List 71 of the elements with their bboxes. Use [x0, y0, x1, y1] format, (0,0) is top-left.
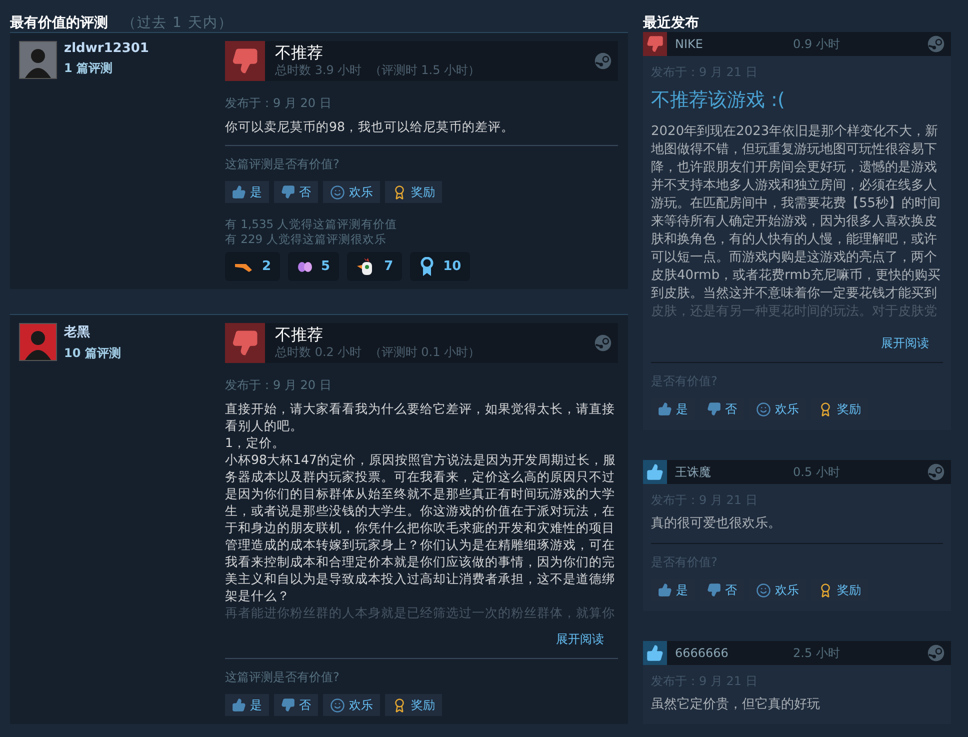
section-title: 最有价值的评测	[10, 14, 108, 32]
read-more-link[interactable]: 展开阅读	[881, 335, 929, 352]
author-name[interactable]: zldwr12301	[64, 41, 149, 56]
steam-icon	[927, 644, 945, 662]
review-text: 虽然它定价贵，但它真的好玩	[651, 696, 821, 714]
yes-vote-button[interactable]: 是	[225, 694, 269, 716]
award-count[interactable]: 10	[410, 252, 470, 281]
playtime-text: 0.9 小时	[793, 36, 841, 52]
author-name[interactable]: NIKE	[667, 37, 793, 51]
award-count[interactable]: 7	[347, 252, 402, 281]
thumbs-up-icon	[658, 402, 672, 416]
review-text: 2020年到现在2023年依旧是那个样变化不大，新地图做得不错，但玩重复游玩地图可玩性很容易下降，也许跟朋友们开房间会更好玩，遗憾的是游戏并不支持本地多人游戏和独立房间，必须在线多人游玩。在匹配房间中，我需要花费【55秒】的时间来等待所有人确定开始游戏，因为很多人喜欢换皮肤和换角色，有的人快有的人慢，能理解吧，或许可以短一点。而游戏内购是这游戏的亮点了，两个皮肤40rmb，或者花费rmb充尼嘛币，更快的购买到皮肤。当然这并不意味着你一定要花钱才能买到	[651, 123, 942, 303]
thumbs-up-icon	[232, 698, 246, 712]
playtime-text: 总时数 0.2 小时 （评测时 0.1 小时）	[275, 344, 482, 361]
wings-icon	[297, 260, 314, 272]
award-icon	[392, 184, 407, 200]
award-count[interactable]: 5	[288, 252, 340, 281]
verdict-title: 不推荐	[275, 325, 324, 344]
review-text: 你可以卖尼莫币的98，我也可以给尼莫币的差评。	[225, 118, 516, 135]
review-count[interactable]: 1 篇评测	[64, 60, 149, 77]
smiley-icon	[330, 698, 345, 712]
smiley-icon	[330, 184, 345, 200]
award-vote-button[interactable]: 奖励	[385, 694, 442, 716]
review-headline: 不推荐该游戏 :(	[651, 88, 786, 113]
thumbs-down-icon	[281, 185, 295, 199]
funny-vote-button[interactable]: 欢乐	[323, 181, 380, 203]
avatar[interactable]	[19, 41, 57, 79]
no-vote-button[interactable]: 否	[274, 694, 318, 716]
award-icon	[818, 402, 833, 416]
funny-vote-button[interactable]: 欢乐	[323, 694, 380, 716]
playtime-text: 0.5 小时	[793, 464, 841, 480]
no-vote-button[interactable]: 否	[274, 181, 318, 203]
award-icon	[392, 698, 407, 712]
review-text: 真的很可爱也很欢乐。	[651, 515, 782, 533]
review-text: 直接开始，请大家看看我为什么要给它差评，如果觉得太长，请直接看别人的吧。	[225, 400, 616, 434]
steam-icon	[594, 52, 612, 70]
smiley-icon	[756, 582, 771, 598]
yes-vote-button[interactable]: 是	[225, 181, 269, 203]
steam-icon	[927, 463, 945, 481]
steam-icon	[927, 35, 945, 53]
playtime-text: 2.5 小时	[793, 644, 841, 662]
section-title: 最近发布	[643, 14, 699, 32]
review-count[interactable]: 10 篇评测	[64, 345, 121, 362]
thumbs-up-icon	[658, 583, 672, 597]
author-name[interactable]: 王诛魔	[667, 464, 793, 480]
review-text: 1，定价。	[225, 434, 286, 451]
helpful-prompt: 这篇评测是否有价值?	[225, 156, 340, 173]
thumbs-up-icon	[232, 185, 246, 199]
read-more-link[interactable]: 展开阅读	[556, 631, 604, 648]
helpful-prompt: 这篇评测是否有价值?	[225, 669, 340, 686]
playtime-text: 总时数 3.9 小时 （评测时 1.5 小时）	[275, 62, 482, 79]
award-count[interactable]: 2	[225, 252, 280, 281]
smiley-icon	[756, 402, 771, 416]
thumbs-down-icon	[707, 583, 721, 597]
thumbs-down-icon	[707, 402, 721, 416]
medal-icon	[419, 256, 436, 276]
thumbs-down-icon	[281, 698, 295, 712]
posted-date: 发布于：9 月 20 日	[225, 95, 332, 112]
avatar[interactable]	[19, 323, 57, 361]
vote-stat: 有 1,535 人觉得这篇评测有价值	[225, 217, 398, 232]
review-text: 小杯98大杯147的定价，原因按照官方说法是因为开发周期过长，服务器成本以及群内玩家投票。可在我看来，定价这么高的原因只不过是因为你们的目标群体从始至终就不是那些真正有时间玩游戏的大学生，或者说是那些没钱的大学生。你这游戏的价值在于派对玩法，在于和身边的朋友联机，你凭什么把你吹毛求疵的开发和灾难性的项目管理造成的成本转嫁到玩家身上？你们认为是在精雕细琢游戏，可在我看来控制成本和合理定价本就是你们应该做的事情，因为你们的完美主义和自以为是导致成本投入过高却让消费者承担，这不是道德绑架是什么？	[225, 451, 617, 604]
author-name[interactable]: 老黑	[64, 323, 121, 341]
verdict-title: 不推荐	[275, 43, 324, 62]
award-icon	[818, 582, 833, 598]
author-name[interactable]: 6666666	[667, 646, 793, 660]
vote-stat: 有 229 人觉得这篇评测很欢乐	[225, 232, 388, 247]
section-subtitle: （过去 1 天内）	[122, 14, 233, 32]
award-vote-button[interactable]: 奖励	[385, 181, 442, 203]
steam-icon	[594, 334, 612, 352]
faded-review-text: 再者能进你粉丝群的人本身就是已经筛选过一次的粉丝群体，就算你	[225, 604, 616, 621]
posted-date: 发布于：9 月 20 日	[225, 377, 332, 394]
